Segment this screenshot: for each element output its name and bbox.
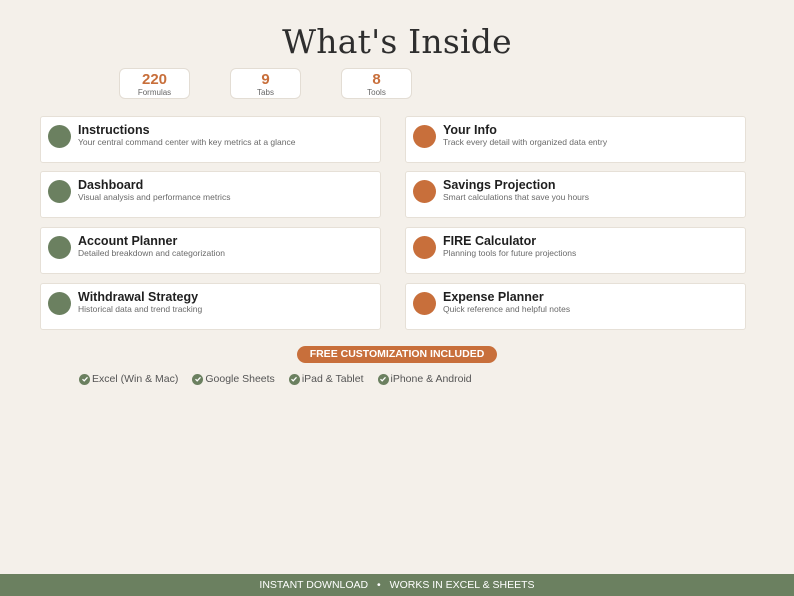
card-your-info: Your Info Track every detail with organi… <box>405 116 746 163</box>
card-description: Quick reference and helpful notes <box>443 304 571 314</box>
footer-bar: INSTANT DOWNLOAD • WORKS IN EXCEL & SHEE… <box>0 574 794 596</box>
green-circle-icon <box>48 180 71 203</box>
stat-tabs: 9 Tabs <box>230 68 301 99</box>
card-withdrawal-strategy: Withdrawal Strategy Historical data and … <box>40 283 381 330</box>
green-circle-icon <box>48 236 71 259</box>
compat-excel: Excel (Win & Mac) <box>79 373 178 385</box>
card-description: Detailed breakdown and categorization <box>78 248 225 258</box>
card-description: Visual analysis and performance metrics <box>78 192 231 202</box>
compat-label: Google Sheets <box>205 373 275 385</box>
card-title: Account Planner <box>78 234 178 248</box>
compatibility-list: Excel (Win & Mac) Google Sheets iPad & T… <box>79 373 472 385</box>
card-description: Planning tools for future projections <box>443 248 577 258</box>
compat-iphone: iPhone & Android <box>377 373 472 385</box>
stat-value: 8 <box>372 71 381 88</box>
orange-circle-icon <box>413 236 436 259</box>
stat-label: Formulas <box>137 88 172 97</box>
orange-circle-icon <box>413 292 436 315</box>
stat-tools: 8 Tools <box>341 68 412 99</box>
footer-separator: • <box>377 579 381 591</box>
green-circle-icon <box>48 292 71 315</box>
compat-label: iPhone & Android <box>390 373 472 385</box>
card-description: Historical data and trend tracking <box>78 304 203 314</box>
card-description: Track every detail with organized data e… <box>443 137 608 147</box>
stat-label: Tools <box>367 88 386 97</box>
footer-left-text: INSTANT DOWNLOAD <box>259 579 369 591</box>
card-title: Expense Planner <box>443 290 544 304</box>
card-title: FIRE Calculator <box>443 234 537 248</box>
card-savings-projection: Savings Projection Smart calculations th… <box>405 171 746 218</box>
stat-formulas: 220 Formulas <box>119 68 190 99</box>
card-title: Savings Projection <box>443 178 556 192</box>
card-expense-planner: Expense Planner Quick reference and help… <box>405 283 746 330</box>
footer-right-text: WORKS IN EXCEL & SHEETS <box>389 579 535 591</box>
compat-label: iPad & Tablet <box>301 373 364 385</box>
customization-badge: FREE CUSTOMIZATION INCLUDED <box>297 346 497 363</box>
card-title: Instructions <box>78 123 150 137</box>
card-account-planner: Account Planner Detailed breakdown and c… <box>40 227 381 274</box>
card-dashboard: Dashboard Visual analysis and performanc… <box>40 171 381 218</box>
card-description: Smart calculations that save you hours <box>443 192 589 202</box>
compat-google-sheets: Google Sheets <box>192 373 275 385</box>
stats-row: 220 Formulas 9 Tabs 8 Tools <box>119 68 412 99</box>
card-title: Your Info <box>443 123 497 137</box>
check-icon <box>288 373 300 385</box>
card-title: Withdrawal Strategy <box>78 290 199 304</box>
orange-circle-icon <box>413 125 436 148</box>
card-description: Your central command center with key met… <box>78 137 296 147</box>
green-circle-icon <box>48 125 71 148</box>
page-title: What's Inside <box>282 22 512 61</box>
check-icon <box>192 373 204 385</box>
card-instructions: Instructions Your central command center… <box>40 116 381 163</box>
compat-label: Excel (Win & Mac) <box>92 373 179 385</box>
check-icon <box>79 373 90 385</box>
stat-label: Tabs <box>257 88 274 97</box>
card-title: Dashboard <box>78 178 144 192</box>
stat-value: 220 <box>141 71 168 88</box>
check-icon <box>377 373 389 385</box>
card-fire-calculator: FIRE Calculator Planning tools for futur… <box>405 227 746 274</box>
orange-circle-icon <box>413 180 436 203</box>
stat-value: 9 <box>261 71 270 88</box>
compat-ipad: iPad & Tablet <box>288 373 364 385</box>
